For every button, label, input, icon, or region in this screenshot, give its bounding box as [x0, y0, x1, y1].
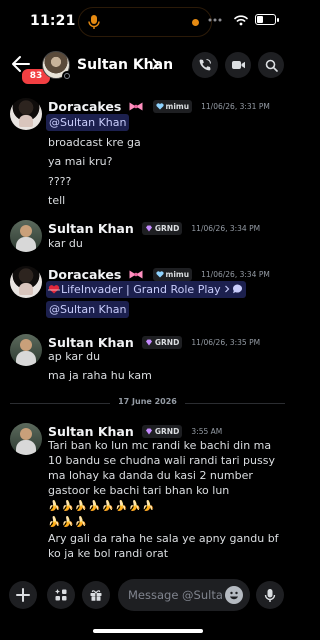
message-group[interactable]: Sultan Khan GRND 11/06/26, 3:34 PM kar d…	[0, 218, 295, 258]
status-bar: 11:21	[0, 0, 295, 44]
message-body: Tari ban ko lun mc randi ke bachi din ma…	[48, 439, 275, 497]
pink-bow-icon	[129, 102, 143, 111]
emoji-picker-icon[interactable]	[225, 586, 243, 604]
message-composer	[0, 574, 295, 614]
clan-tag[interactable]: mimu	[152, 100, 193, 113]
dynamic-island[interactable]	[78, 7, 212, 37]
attach-button[interactable]	[9, 581, 37, 609]
chat-bubble-icon	[232, 284, 242, 294]
microphone-icon	[264, 588, 276, 602]
heart-emoji-icon	[48, 285, 60, 294]
message-timestamp: 3:55 AM	[191, 427, 223, 436]
clan-tag-text: GRND	[154, 224, 180, 233]
banana-emoji-run: 🍌🍌🍌	[48, 517, 89, 528]
cellular-signal-icon	[208, 18, 222, 22]
message-input[interactable]	[128, 587, 224, 603]
plus-icon	[16, 588, 30, 602]
clan-tag[interactable]: GRND	[141, 425, 183, 438]
clan-tag[interactable]: GRND	[141, 336, 183, 349]
gift-button[interactable]	[82, 581, 110, 609]
message-group[interactable]: Sultan Khan GRND 3:55 AM Tari ban ko lun…	[0, 421, 295, 571]
message-timestamp: 11/06/26, 3:35 PM	[191, 338, 261, 347]
search-icon	[265, 59, 278, 72]
message-text: ya mai kru?	[48, 155, 113, 168]
message-header: Sultan Khan GRND 11/06/26, 3:35 PM	[48, 332, 261, 350]
message-text: tell	[48, 194, 66, 207]
voice-message-button[interactable]	[256, 581, 284, 609]
chevron-right-icon[interactable]	[151, 58, 160, 70]
chevron-right-icon	[224, 285, 229, 293]
banana-emoji-run: 🍌🍌🍌🍌🍌🍌🍌🍌	[48, 501, 156, 512]
message-text: ma ja raha hu kam	[48, 369, 152, 382]
message-text: ????	[48, 175, 72, 188]
author-name[interactable]: Doracakes	[48, 267, 121, 282]
pink-bow-icon	[129, 270, 143, 279]
clan-tag[interactable]: mimu	[152, 268, 193, 281]
message-group[interactable]: Doracakes mimu 11/06/26, 3:31 PM @Sultan…	[0, 96, 295, 211]
heart-tag-icon	[155, 271, 164, 278]
channel-link[interactable]: LifeInvader | Grand Role Play	[46, 281, 246, 298]
message-header: Sultan Khan GRND 3:55 AM	[48, 421, 223, 439]
dm-header: 83 Sultan Khan	[0, 44, 295, 88]
message-header: Doracakes mimu 11/06/26, 3:31 PM	[48, 96, 270, 114]
message-input-box[interactable]	[118, 579, 250, 611]
message-text: Tari ban ko lun mc randi ke bachi din ma…	[48, 438, 283, 530]
offline-status-indicator	[62, 71, 72, 81]
home-indicator[interactable]	[93, 629, 203, 633]
clan-tag-text: GRND	[154, 338, 180, 347]
message-group[interactable]: Doracakes mimu 11/06/26, 3:34 PM LifeInv…	[0, 264, 295, 320]
message-text: ap kar du	[48, 350, 101, 363]
video-camera-icon	[231, 61, 245, 69]
message-feed[interactable]: Doracakes mimu 11/06/26, 3:31 PM @Sultan…	[0, 88, 295, 574]
user-mention[interactable]: @Sultan Khan	[46, 114, 130, 131]
gift-icon	[90, 590, 102, 601]
avatar-doracakes[interactable]	[10, 98, 42, 130]
divider-rule	[185, 403, 285, 404]
search-button[interactable]	[258, 52, 284, 78]
diamond-tag-icon	[145, 339, 152, 346]
author-name[interactable]: Sultan Khan	[48, 424, 134, 439]
author-name[interactable]: Doracakes	[48, 99, 121, 114]
apps-sparkle-icon	[55, 589, 67, 601]
heart-tag-icon	[155, 103, 164, 110]
diamond-tag-icon	[145, 428, 152, 435]
message-text: Ary gali da raha he sala ye apny gandu b…	[48, 532, 279, 560]
message-timestamp: 11/06/26, 3:31 PM	[201, 102, 270, 111]
message-text: kar du	[48, 237, 83, 250]
avatar-sultan-khan[interactable]	[10, 334, 42, 366]
clan-tag-text: mimu	[165, 102, 190, 111]
microphone-active-icon	[88, 15, 100, 29]
clan-tag[interactable]: GRND	[141, 222, 183, 235]
user-mention[interactable]: @Sultan Khan	[46, 301, 130, 318]
clan-tag-text: mimu	[165, 270, 190, 279]
avatar-sultan-khan[interactable]	[10, 220, 42, 252]
status-time: 11:21	[30, 13, 76, 29]
message-timestamp: 11/06/26, 3:34 PM	[201, 270, 270, 279]
author-name[interactable]: Sultan Khan	[48, 221, 134, 236]
apps-button[interactable]	[47, 581, 75, 609]
date-divider: 17 June 2026	[10, 397, 285, 409]
message-header: Sultan Khan GRND 11/06/26, 3:34 PM	[48, 218, 261, 236]
date-divider-text: 17 June 2026	[118, 397, 177, 406]
message-timestamp: 11/06/26, 3:34 PM	[191, 224, 261, 233]
voice-call-button[interactable]	[192, 52, 218, 78]
phone-call-icon	[199, 58, 212, 71]
message-header: Doracakes mimu 11/06/26, 3:34 PM	[48, 264, 270, 282]
battery-icon	[255, 14, 279, 25]
avatar-doracakes[interactable]	[10, 266, 42, 298]
diamond-tag-icon	[145, 225, 152, 232]
video-call-button[interactable]	[225, 52, 251, 78]
smiley-face-icon	[230, 591, 238, 600]
recording-indicator-dot	[192, 19, 199, 26]
author-name[interactable]: Sultan Khan	[48, 335, 134, 350]
message-text: broadcast kre ga	[48, 136, 141, 149]
message-group[interactable]: Sultan Khan GRND 11/06/26, 3:35 PM ap ka…	[0, 332, 295, 387]
avatar-sultan-khan[interactable]	[10, 423, 42, 455]
wifi-icon	[234, 15, 248, 26]
channel-link-text: LifeInvader | Grand Role Play	[61, 283, 221, 296]
clan-tag-text: GRND	[154, 427, 180, 436]
